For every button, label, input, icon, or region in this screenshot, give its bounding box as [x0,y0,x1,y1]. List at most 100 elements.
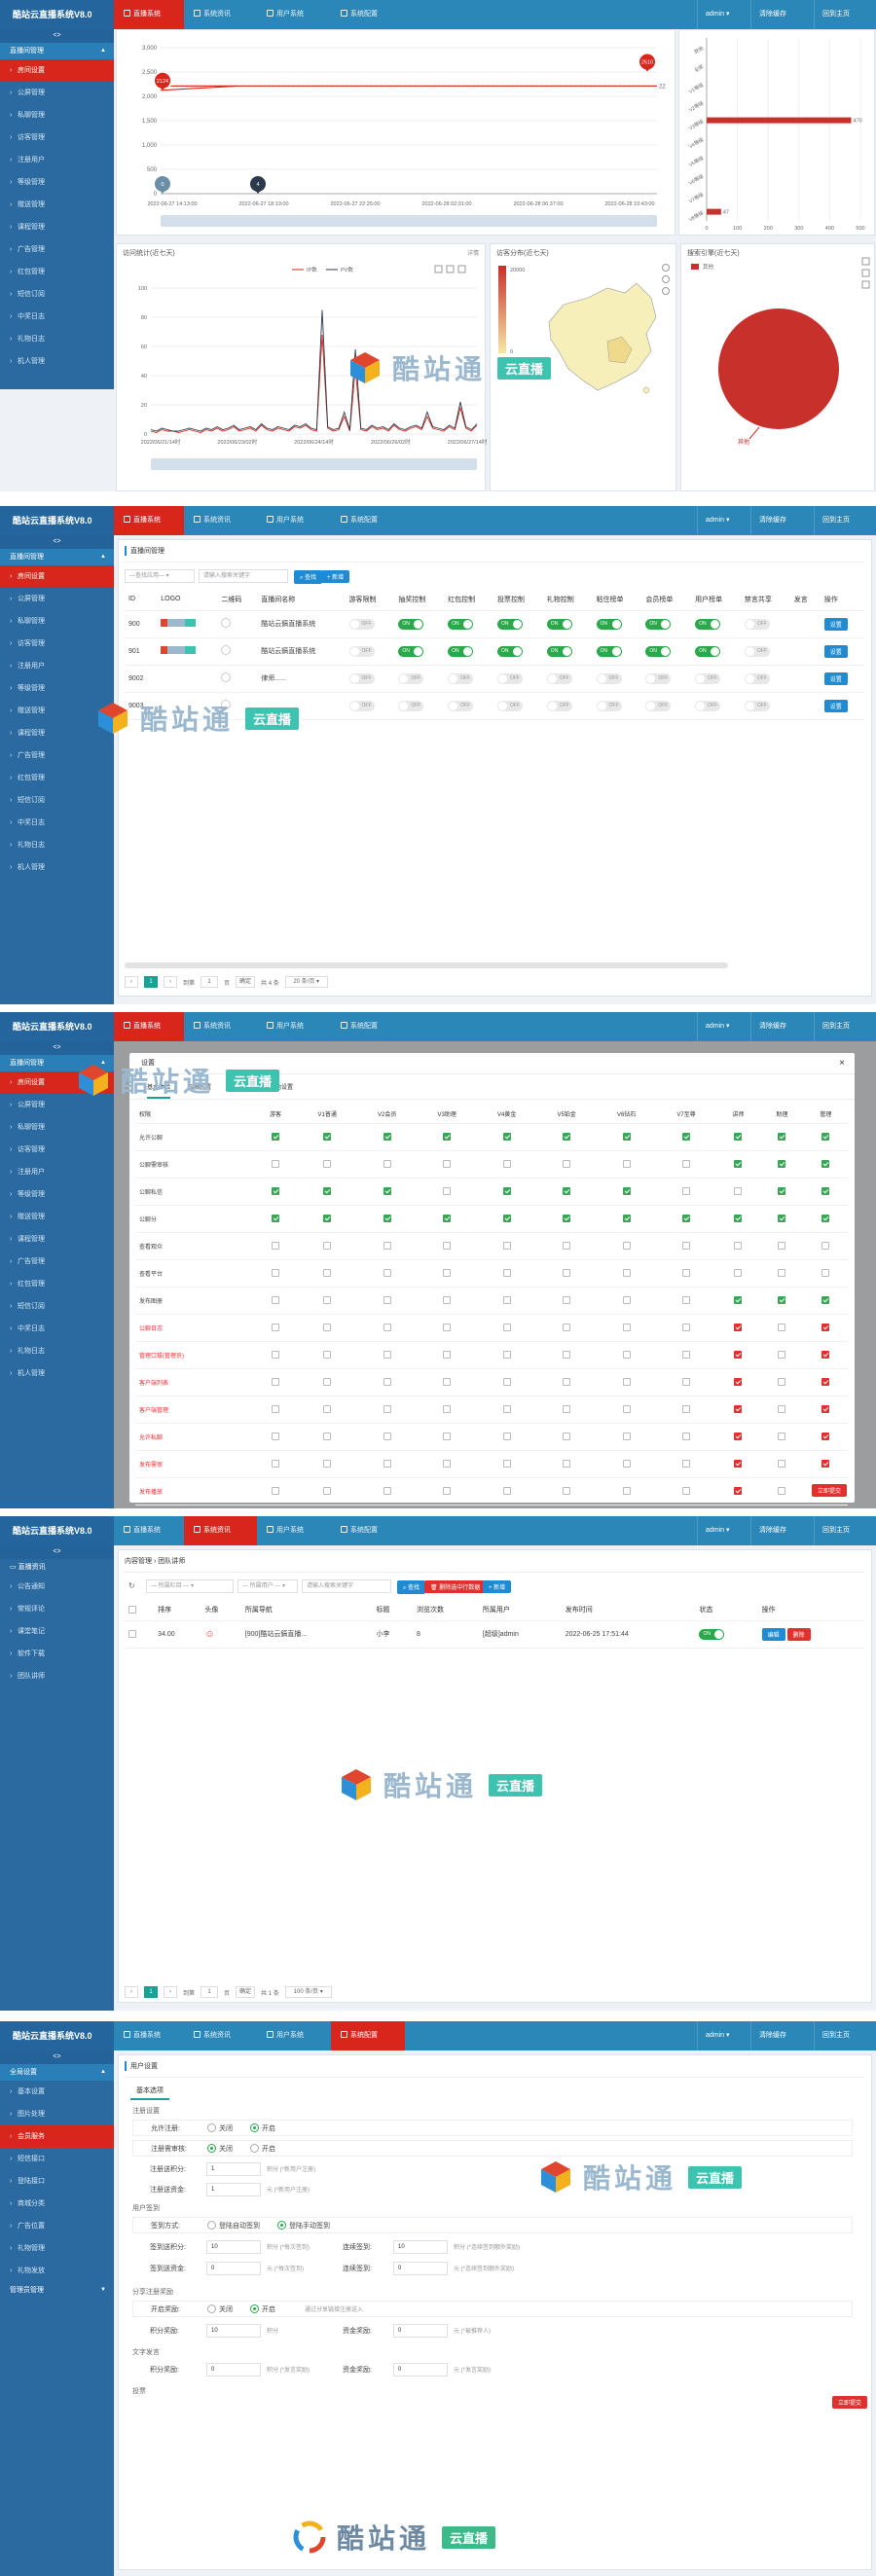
sidebar-item[interactable]: 等级管理 [0,1183,114,1206]
permission-checkbox[interactable] [778,1433,786,1440]
permission-checkbox[interactable] [383,1296,391,1304]
nav-tab-live[interactable]: 直播系统 [114,1516,184,1545]
sign-manual-radio[interactable] [277,2221,286,2230]
sidebar-group[interactable]: 直播间管理 ▲ [0,1055,114,1071]
qrcode-icon[interactable] [221,618,232,628]
permission-checkbox[interactable] [622,1378,631,1386]
permission-checkbox[interactable] [734,1242,743,1250]
permission-checkbox[interactable] [563,1133,571,1141]
permission-checkbox[interactable] [778,1487,786,1495]
toggle-switch[interactable]: OFF [448,672,474,684]
allow-register-on-radio[interactable] [250,2123,259,2132]
permission-checkbox[interactable] [502,1378,511,1386]
permission-checkbox[interactable] [271,1269,279,1277]
permission-checkbox[interactable] [323,1460,332,1468]
clear-cache-button[interactable]: 清除缓存 [750,2021,814,2050]
permission-checkbox[interactable] [778,1160,786,1168]
continuous-money-input[interactable]: 0 [393,2261,448,2275]
toggle-switch[interactable]: ON [398,618,424,630]
permission-checkbox[interactable] [323,1215,332,1222]
status-toggle[interactable]: ON [699,1628,725,1640]
toggle-switch[interactable]: ON [398,645,424,657]
permission-checkbox[interactable] [502,1351,511,1359]
close-icon[interactable]: × [839,1053,845,1074]
prev-page-button[interactable]: ‹ [125,1986,138,1998]
dialog-tab[interactable]: 基本体验 [147,1082,171,1099]
permission-checkbox[interactable] [383,1460,391,1468]
permission-checkbox[interactable] [682,1215,691,1222]
toggle-switch[interactable]: OFF [695,672,721,684]
sidebar-item[interactable]: 访客管理 [0,1139,114,1161]
register-audit-on-radio[interactable] [250,2144,259,2153]
permission-checkbox[interactable] [682,1160,691,1168]
sidebar-item[interactable]: 图片处理 [0,2103,114,2125]
permission-checkbox[interactable] [734,1133,743,1141]
nav-tab-news[interactable]: 系统资讯 [184,1012,257,1041]
permission-checkbox[interactable] [821,1433,830,1440]
toggle-switch[interactable]: ON [546,618,572,630]
post-points-input[interactable]: 0 [206,2362,261,2376]
toggle-switch[interactable]: OFF [744,672,770,684]
sign-points-input[interactable]: 10 [206,2239,261,2254]
toggle-switch[interactable]: OFF [695,700,721,711]
sidebar-item[interactable]: 私聊管理 [0,1116,114,1139]
sidebar-item[interactable]: 短信接口 [0,2148,114,2170]
permission-checkbox[interactable] [323,1133,332,1141]
search-button[interactable]: ⌕ 查找 [397,1580,426,1594]
sidebar-item[interactable]: 注册用户 [0,655,114,677]
sidebar-item[interactable]: 红包管理 [0,767,114,789]
share-on-radio[interactable] [250,2304,259,2313]
confirm-button[interactable]: 确定 [236,976,256,988]
admin-menu[interactable]: admin ▾ [697,1012,750,1041]
sidebar-item[interactable]: 短信订阅 [0,789,114,812]
permission-checkbox[interactable] [323,1487,332,1495]
permission-checkbox[interactable] [502,1160,511,1168]
toggle-switch[interactable]: ON [645,645,672,657]
permission-checkbox[interactable] [778,1242,786,1250]
permission-checkbox[interactable] [734,1460,743,1468]
permission-checkbox[interactable] [443,1460,452,1468]
permission-checkbox[interactable] [734,1351,743,1359]
permission-checkbox[interactable] [622,1296,631,1304]
nav-tab-live[interactable]: 直播系统 [114,2021,184,2050]
sidebar-item[interactable]: 注册用户 [0,149,114,171]
qrcode-icon[interactable] [221,645,232,655]
submit-button[interactable]: 立即提交 [831,2396,867,2409]
permission-checkbox[interactable] [821,1405,830,1413]
clear-cache-button[interactable]: 清除缓存 [750,506,814,535]
permission-checkbox[interactable] [271,1296,279,1304]
permission-checkbox[interactable] [622,1487,631,1495]
toggle-switch[interactable]: OFF [546,672,572,684]
permission-checkbox[interactable] [323,1296,332,1304]
permission-checkbox[interactable] [734,1405,743,1413]
sidebar-item[interactable]: 公屏管理 [0,82,114,104]
prev-page-button[interactable]: ‹ [125,976,138,988]
confirm-button[interactable]: 确定 [236,1986,256,1998]
permission-checkbox[interactable] [443,1378,452,1386]
permission-checkbox[interactable] [502,1215,511,1222]
permission-checkbox[interactable] [563,1269,571,1277]
sidebar-item[interactable]: 广告管理 [0,744,114,767]
nav-tab-users[interactable]: 用户系统 [257,2021,331,2050]
collapse-toggle[interactable]: <> [0,1041,114,1055]
toggle-switch[interactable]: OFF [744,645,770,657]
permission-checkbox[interactable] [778,1378,786,1386]
sidebar-item[interactable]: 公告通知 [0,1576,114,1598]
sidebar-item[interactable]: 课程管理 [0,216,114,238]
permission-checkbox[interactable] [271,1378,279,1386]
permission-checkbox[interactable] [734,1215,743,1222]
toggle-switch[interactable]: ON [695,645,721,657]
column-select[interactable]: — 所属栏目 — ▾ [146,1579,234,1593]
permission-checkbox[interactable] [383,1378,391,1386]
goto-page-input[interactable]: 1 [201,976,219,988]
permission-checkbox[interactable] [271,1324,279,1331]
permission-checkbox[interactable] [383,1269,391,1277]
nav-tab-users[interactable]: 用户系统 [257,506,331,535]
permission-checkbox[interactable] [502,1133,511,1141]
permission-checkbox[interactable] [323,1433,332,1440]
permission-checkbox[interactable] [271,1133,279,1141]
permission-checkbox[interactable] [271,1215,279,1222]
nav-tab-users[interactable]: 用户系统 [257,1012,331,1041]
permission-checkbox[interactable] [563,1351,571,1359]
dialog-tab[interactable]: 权限设置 [188,1082,211,1099]
